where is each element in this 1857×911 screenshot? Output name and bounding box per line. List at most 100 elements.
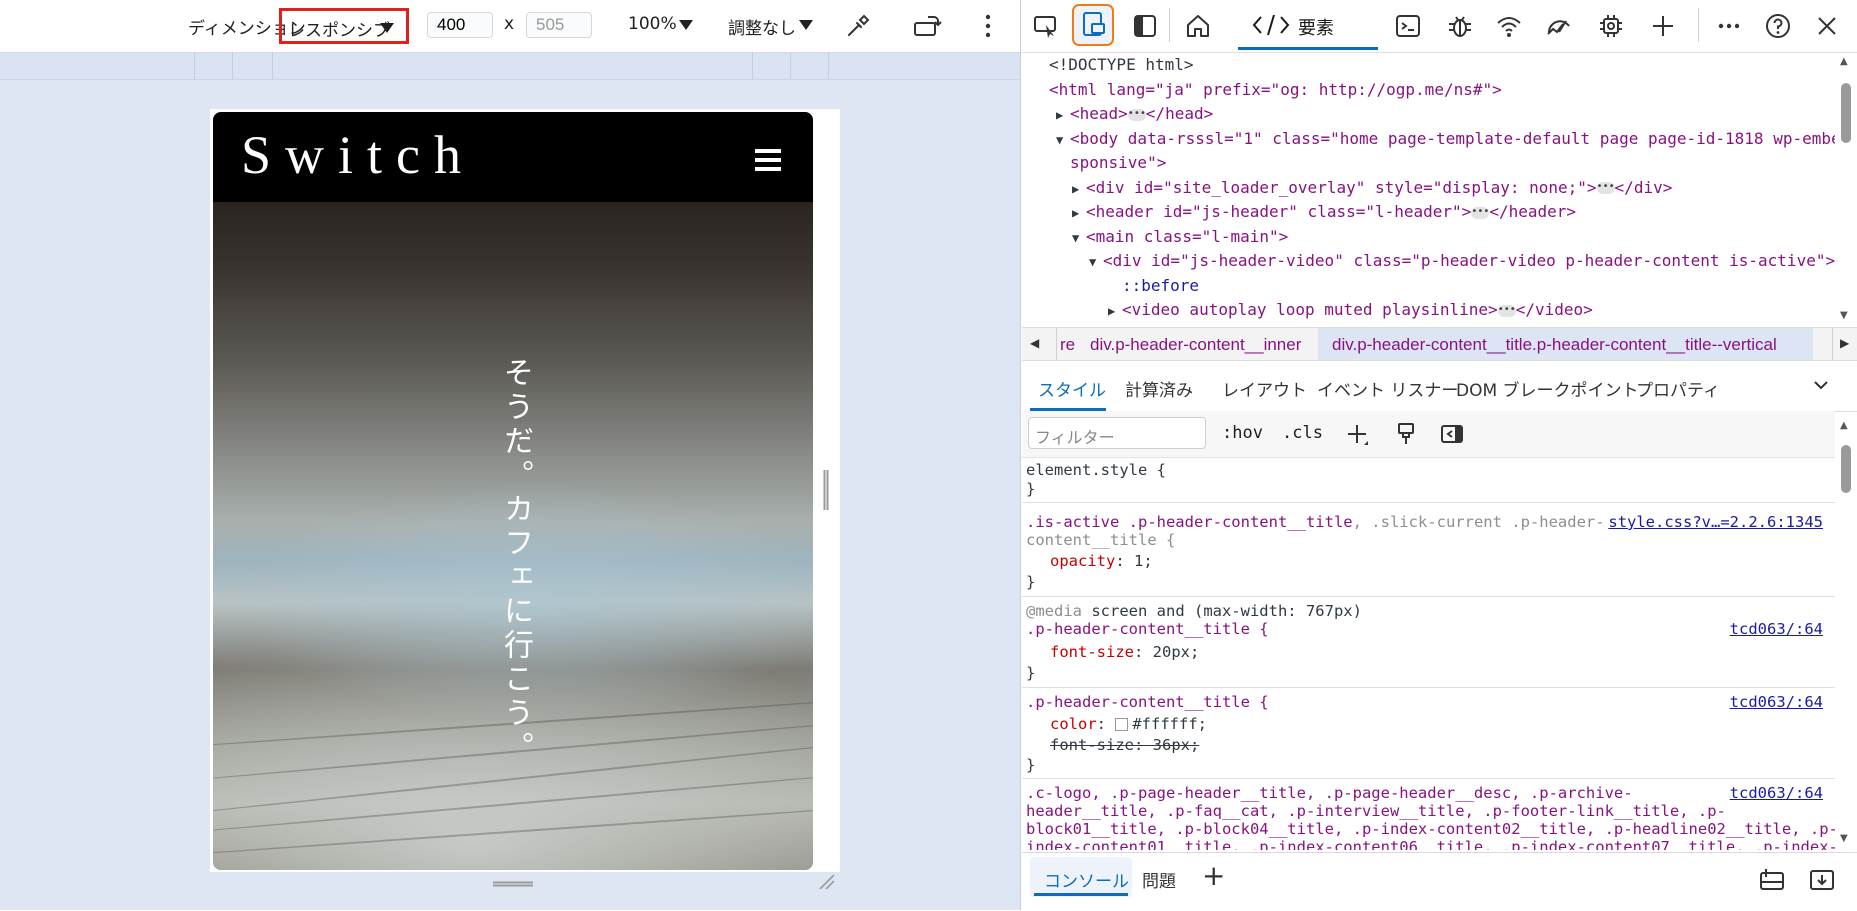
menu-icon[interactable]	[755, 149, 781, 171]
css-rule[interactable]: .c-logo, .p-page-header__title, .p-page-…	[1026, 784, 1826, 802]
dom-node[interactable]: ▶ <video autoplay loop muted playsinline>…	[1108, 298, 1593, 324]
dock-drawer-icon[interactable]	[1758, 867, 1786, 893]
throttle-select[interactable]: 調整なし	[728, 14, 818, 39]
drawer-tab-issues[interactable]: 問題	[1142, 867, 1176, 892]
resize-handle-corner[interactable]	[818, 873, 834, 889]
hov-toggle[interactable]: :hov	[1222, 423, 1263, 443]
inspect-element-icon[interactable]	[1032, 12, 1060, 40]
tab-computed[interactable]: 計算済み	[1125, 376, 1193, 401]
tab-styles[interactable]: スタイル	[1038, 376, 1106, 401]
console-icon[interactable]	[1394, 12, 1422, 40]
ellipsis-icon[interactable]: •••	[1596, 182, 1615, 194]
tab-layout[interactable]: レイアウト	[1222, 376, 1307, 401]
dom-node[interactable]: <!DOCTYPE html>	[1049, 53, 1194, 78]
filter-input[interactable]: フィルター	[1028, 417, 1206, 449]
tab-event-listeners[interactable]: イベント リスナー	[1317, 376, 1458, 401]
rule-selector: .c-logo, .p-page-header__title, .p-page-…	[1026, 784, 1633, 802]
collapse-arrow-icon[interactable]: ▼	[1056, 128, 1070, 153]
dom-node[interactable]: ▶ <div id="site_loader_overlay" style="di…	[1072, 176, 1672, 202]
more-horizontal-icon[interactable]	[1715, 12, 1743, 40]
dom-node[interactable]: ▼ <div id="js-header-video" class="p-head…	[1089, 249, 1835, 275]
eyedropper-icon[interactable]	[845, 13, 871, 39]
breadcrumb-item[interactable]: div.p-header-content__inner	[1090, 335, 1301, 355]
zoom-select[interactable]: 100%	[628, 14, 698, 38]
dom-node[interactable]: <html lang="ja" prefix="og: http://ogp.m…	[1049, 78, 1502, 103]
stylesheet-link[interactable]: tcd063/:64	[1730, 784, 1823, 802]
close-icon[interactable]	[1813, 12, 1841, 40]
css-property-name[interactable]: color	[1050, 715, 1097, 733]
resize-handle-bottom[interactable]	[493, 881, 533, 887]
tab-properties[interactable]: プロパティ	[1636, 376, 1720, 401]
toggle-sidebar-icon[interactable]	[1440, 422, 1464, 446]
ellipsis-icon[interactable]: •••	[1127, 108, 1146, 121]
close-drawer-icon[interactable]	[1808, 867, 1836, 893]
css-property-value[interactable]: 1;	[1125, 552, 1153, 570]
width-input[interactable]: 400	[427, 12, 493, 38]
dom-node[interactable]: ▼ <body data-rsssl="1" class="home page-t…	[1056, 127, 1835, 153]
site-logo[interactable]: Switch	[241, 124, 475, 186]
collapse-arrow-icon[interactable]: ▼	[1072, 226, 1086, 251]
expand-arrow-icon[interactable]: ▶	[1108, 299, 1122, 324]
rotate-device-icon[interactable]	[912, 13, 942, 39]
more-vertical-icon[interactable]	[984, 14, 992, 38]
drawer-tab-console[interactable]: コンソール	[1030, 857, 1132, 897]
tab-elements[interactable]: 要素	[1238, 0, 1378, 50]
scroll-right-icon[interactable]: ▶	[1840, 336, 1849, 350]
rule-selector: header__title, .p-faq__cat, .p-interview…	[1026, 802, 1726, 820]
devtools-panel: 要素 <!DOCTYPE html> <html lang="ja" prefi…	[1022, 0, 1857, 911]
expand-arrow-icon[interactable]: ▶	[1072, 177, 1086, 202]
dom-node[interactable]: ▶ <header id="js-header" class="l-header"…	[1072, 200, 1576, 226]
expand-arrow-icon[interactable]: ▶	[1056, 103, 1070, 128]
styles-filter-bar: フィルター :hov .cls	[1022, 411, 1835, 458]
ellipsis-icon[interactable]: •••	[1471, 206, 1489, 219]
expand-arrow-icon[interactable]: ▶	[1072, 201, 1086, 226]
css-property-value[interactable]: #ffffff;	[1132, 715, 1207, 733]
tab-dom-breakpoints[interactable]: DOM ブレークポイント	[1456, 376, 1639, 401]
paint-brush-icon[interactable]	[1394, 422, 1418, 446]
device-emulation-toggle[interactable]	[1072, 4, 1114, 46]
device-select[interactable]: レスポンシブ	[279, 8, 409, 44]
drawer-add-tab-button[interactable]: +	[1202, 859, 1225, 893]
stylesheet-link[interactable]: tcd063/:64	[1730, 620, 1823, 638]
css-property-name[interactable]: font-size	[1050, 643, 1134, 661]
wifi-icon[interactable]	[1495, 12, 1523, 40]
stylesheet-link[interactable]: tcd063/:64	[1730, 693, 1823, 711]
home-icon[interactable]	[1184, 12, 1212, 40]
css-rule-element-style[interactable]: element.style {	[1026, 461, 1826, 479]
css-property-name[interactable]: opacity	[1050, 552, 1115, 570]
bug-icon[interactable]	[1446, 12, 1474, 40]
cls-toggle[interactable]: .cls	[1282, 423, 1323, 443]
styles-scrollbar[interactable]: ▲ ▼	[1835, 411, 1857, 850]
css-property-overridden[interactable]: font-size: 36px;	[1050, 736, 1199, 754]
color-swatch[interactable]	[1115, 718, 1129, 731]
ellipsis-icon[interactable]: •••	[1497, 304, 1516, 317]
memory-chip-icon[interactable]	[1597, 12, 1625, 40]
css-rule[interactable]: .p-header-content__title {	[1026, 693, 1826, 711]
performance-icon[interactable]	[1545, 12, 1573, 40]
new-rule-icon[interactable]	[1346, 423, 1370, 447]
chevron-down-icon[interactable]	[1812, 376, 1830, 394]
dom-node[interactable]: ::before	[1122, 274, 1199, 299]
css-rule[interactable]: .p-header-content__title {	[1026, 620, 1826, 638]
styles-pane[interactable]: element.style { } .is-active .p-header-c…	[1022, 457, 1835, 850]
css-property-value[interactable]: 20px;	[1143, 643, 1200, 661]
sidebar-toggle-icon[interactable]	[1131, 12, 1159, 40]
dom-tree[interactable]: <!DOCTYPE html> <html lang="ja" prefix="…	[1022, 53, 1835, 327]
scroll-left-icon[interactable]: ◀	[1030, 336, 1039, 350]
height-input[interactable]: 505	[526, 12, 592, 38]
dom-video-close: </video>	[1515, 300, 1593, 319]
resize-handle-right[interactable]	[823, 470, 829, 510]
breadcrumb: ◀ re div.p-header-content__inner div.p-h…	[1022, 327, 1857, 361]
dom-node[interactable]: ▶ <head>•••</head>	[1056, 102, 1213, 128]
help-icon[interactable]	[1764, 12, 1792, 40]
dom-scrollbar[interactable]: ▲ ▼	[1835, 53, 1857, 327]
breadcrumb-item[interactable]: re	[1060, 335, 1075, 355]
add-tool-icon[interactable]	[1649, 12, 1677, 40]
media-query-ruler[interactable]	[0, 53, 1020, 80]
collapse-arrow-icon[interactable]: ▼	[1089, 250, 1103, 275]
chevron-down-icon	[679, 20, 693, 30]
breadcrumb-item-active[interactable]: div.p-header-content__title.p-header-con…	[1332, 335, 1777, 355]
dom-node[interactable]: ▼ <main class="l-main">	[1072, 225, 1288, 251]
device-select-value: レスポンシブ	[288, 21, 390, 41]
stylesheet-link[interactable]: style.css?v…=2.2.6:1345	[1608, 513, 1823, 531]
